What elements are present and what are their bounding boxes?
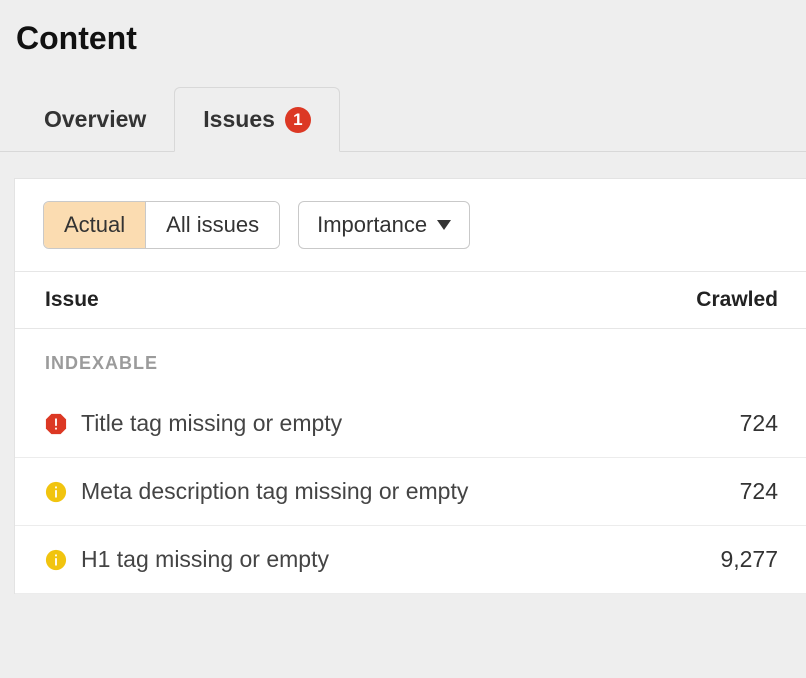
info-icon <box>45 549 67 571</box>
tabs: Overview Issues 1 <box>0 87 806 152</box>
issues-count-badge: 1 <box>285 107 311 133</box>
tab-overview-label: Overview <box>44 106 146 133</box>
issue-crawled-count: 9,277 <box>720 546 778 573</box>
issue-label: Title tag missing or empty <box>81 410 740 437</box>
tab-overview[interactable]: Overview <box>16 88 174 151</box>
issues-panel: Actual All issues Importance Issue Crawl… <box>14 178 806 594</box>
issue-crawled-count: 724 <box>740 410 778 437</box>
issue-label: H1 tag missing or empty <box>81 546 720 573</box>
tab-issues[interactable]: Issues 1 <box>174 87 340 152</box>
col-header-issue: Issue <box>45 288 99 312</box>
filter-actual-button[interactable]: Actual <box>44 202 145 248</box>
importance-dropdown-label: Importance <box>317 212 427 238</box>
section-indexable: Indexable <box>15 329 806 390</box>
importance-dropdown[interactable]: Importance <box>298 201 470 249</box>
table-row[interactable]: Meta description tag missing or empty 72… <box>15 458 806 526</box>
table-header: Issue Crawled <box>15 272 806 329</box>
table-row[interactable]: Title tag missing or empty 724 <box>15 390 806 458</box>
filter-all-issues-button[interactable]: All issues <box>145 202 279 248</box>
table-row[interactable]: H1 tag missing or empty 9,277 <box>15 526 806 594</box>
toolbar: Actual All issues Importance <box>15 179 806 272</box>
page-title: Content <box>0 0 806 67</box>
chevron-down-icon <box>437 220 451 230</box>
issue-crawled-count: 724 <box>740 478 778 505</box>
col-header-crawled: Crawled <box>696 288 778 312</box>
issue-label: Meta description tag missing or empty <box>81 478 740 505</box>
tab-issues-label: Issues <box>203 106 275 133</box>
issue-filter-segmented: Actual All issues <box>43 201 280 249</box>
error-icon <box>45 413 67 435</box>
info-icon <box>45 481 67 503</box>
